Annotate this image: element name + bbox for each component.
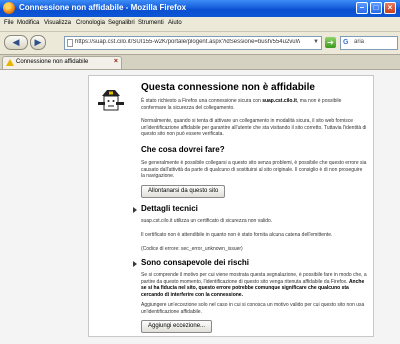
tab-label: Connessione non affidabile bbox=[16, 59, 89, 65]
back-button[interactable]: ◀ bbox=[4, 35, 28, 50]
add-exception-button[interactable]: Aggiungi eccezione... bbox=[141, 320, 213, 333]
tech-line-1: suap.cst.cilo.it utilizza un certificato… bbox=[141, 218, 273, 224]
url-text: https://suap.cst.cilo.it/SUI155-w2K/port… bbox=[75, 39, 300, 45]
dropdown-arrow-icon[interactable]: ▼ bbox=[313, 39, 319, 45]
menu-cronologia[interactable]: Cronologia bbox=[76, 20, 105, 26]
policeman-icon bbox=[98, 90, 124, 111]
menu-segnalibri[interactable]: Segnalibri bbox=[108, 20, 135, 26]
what-paragraph: Se generalmente è possibile collegarsi a… bbox=[141, 160, 367, 179]
intro-paragraph: È stato richiesto a Firefox una connessi… bbox=[141, 98, 367, 111]
error-card: Questa connessione non è affidabile È st… bbox=[88, 75, 374, 337]
tab-connessione[interactable]: Connessione non affidabile × bbox=[2, 56, 122, 69]
minimize-button[interactable]: – bbox=[356, 2, 368, 14]
go-button[interactable]: ➔ bbox=[325, 37, 336, 48]
tab-bar: Connessione non affidabile × bbox=[0, 55, 400, 70]
maximize-button[interactable]: □ bbox=[370, 2, 382, 14]
risks-paragraph: Se si comprende il motivo per cui viene … bbox=[141, 272, 367, 298]
forward-arrow-icon: ▶ bbox=[34, 37, 42, 47]
close-window-button[interactable]: × bbox=[384, 2, 396, 14]
warning-icon bbox=[6, 59, 14, 66]
risks-heading[interactable]: Sono consapevole dei rischi bbox=[141, 258, 249, 267]
intro-text: È stato richiesto a Firefox una connessi… bbox=[141, 98, 263, 104]
firefox-icon bbox=[3, 2, 15, 14]
menu-file[interactable]: File bbox=[4, 20, 14, 26]
window-title: Connessione non affidabile - Mozilla Fir… bbox=[19, 3, 187, 12]
address-bar[interactable]: https://suap.cst.cilo.it/SUI155-w2K/port… bbox=[64, 36, 322, 50]
risks-text: Se si comprende il motivo per cui viene … bbox=[141, 272, 367, 285]
page-content: Questa connessione non è affidabile È st… bbox=[0, 70, 400, 344]
forward-button[interactable]: ▶ bbox=[30, 35, 46, 50]
search-bar[interactable]: G aria bbox=[340, 36, 398, 50]
search-input[interactable]: aria bbox=[354, 39, 364, 45]
host-name: suap.cst.cilo.it bbox=[262, 98, 297, 104]
title-bar: Connessione non affidabile - Mozilla Fir… bbox=[0, 0, 400, 18]
navigation-bar: ◀ ▶ https://suap.cst.cilo.it/SUI155-w2K/… bbox=[0, 32, 400, 55]
tab-close-icon[interactable]: × bbox=[114, 58, 118, 65]
expand-arrow-icon[interactable] bbox=[133, 261, 137, 267]
error-code: (Codice di errore: sec_error_unknown_iss… bbox=[141, 246, 243, 252]
menu-strumenti[interactable]: Strumenti bbox=[138, 20, 164, 26]
what-heading: Che cosa dovrei fare? bbox=[141, 145, 225, 154]
menu-modifica[interactable]: Modifica bbox=[17, 20, 39, 26]
exception-paragraph: Aggiungere un'eccezione solo nel caso in… bbox=[141, 302, 365, 315]
tech-line-2: Il certificato non è attendibile in quan… bbox=[141, 232, 333, 238]
google-icon[interactable]: G bbox=[343, 39, 348, 46]
tech-details-heading[interactable]: Dettagli tecnici bbox=[141, 204, 198, 213]
page-icon bbox=[67, 39, 73, 47]
menu-bar: File Modifica Visualizza Cronologia Segn… bbox=[0, 17, 400, 32]
menu-visualizza[interactable]: Visualizza bbox=[44, 20, 71, 26]
back-arrow-icon: ◀ bbox=[12, 37, 20, 47]
expand-arrow-icon[interactable] bbox=[133, 207, 137, 213]
explanation-paragraph: Normalmente, quando si tenta di attivare… bbox=[141, 118, 367, 137]
error-title: Questa connessione non è affidabile bbox=[141, 82, 315, 93]
leave-site-button[interactable]: Allontanarsi da questo sito bbox=[141, 185, 226, 198]
menu-aiuto[interactable]: Aiuto bbox=[168, 20, 182, 26]
